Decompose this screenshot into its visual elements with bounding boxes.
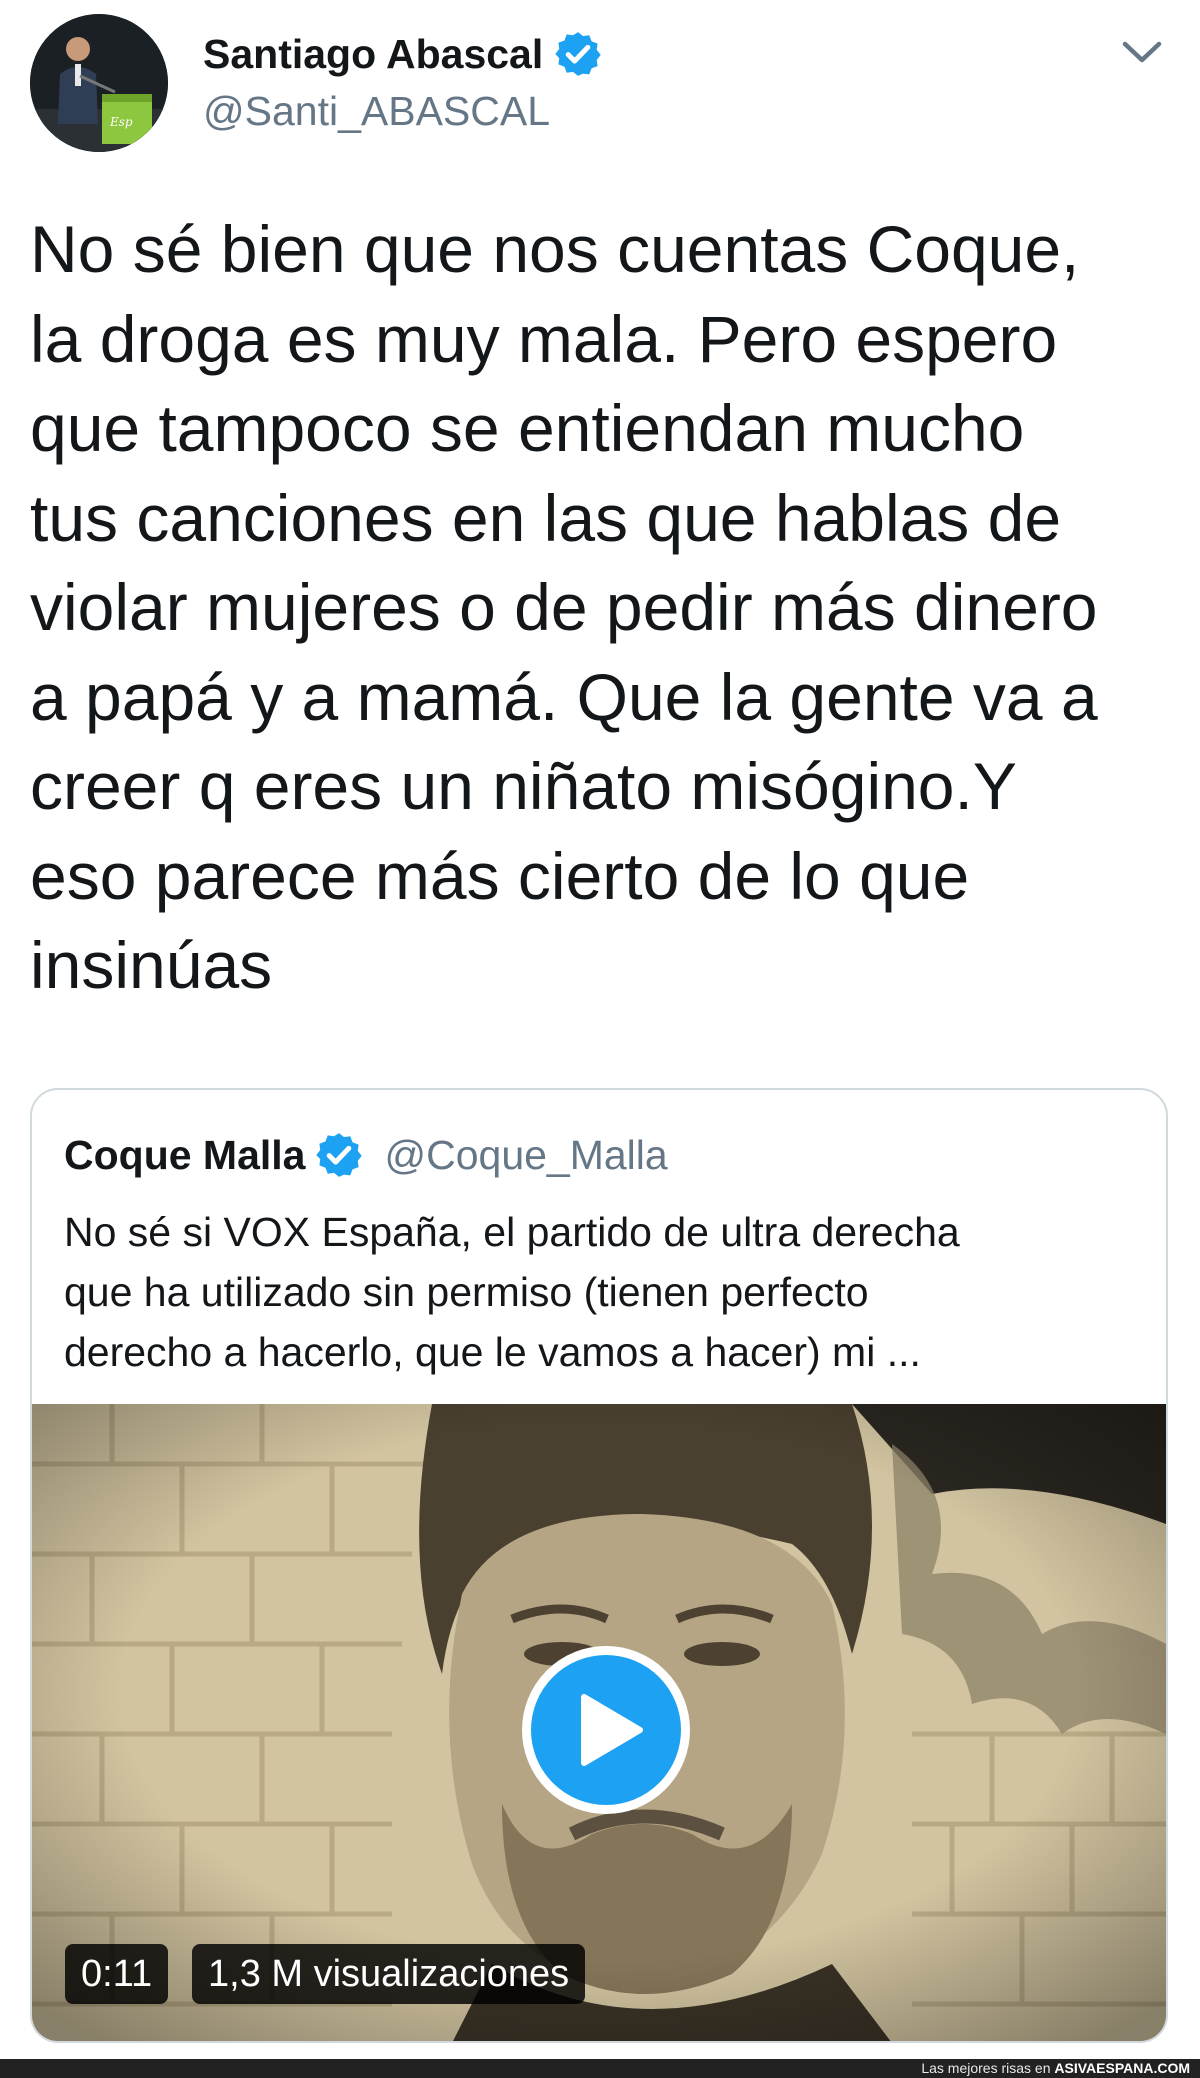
author-name-row: Santiago Abascal bbox=[203, 26, 603, 82]
video-duration-badge: 0:11 bbox=[65, 1944, 169, 2004]
watermark-prefix: Las mejores risas en bbox=[921, 2060, 1051, 2076]
quoted-author-name[interactable]: Coque Malla bbox=[64, 1132, 305, 1179]
verified-badge-icon bbox=[555, 32, 601, 76]
chevron-down-icon[interactable] bbox=[1117, 34, 1167, 70]
play-button[interactable] bbox=[522, 1646, 690, 1814]
quoted-tweet-text: No sé si VOX España, el partido de ultra… bbox=[64, 1209, 960, 1375]
quoted-tweet-card[interactable]: Coque Malla @Coque_Malla No sé si VOX Es… bbox=[30, 1088, 1168, 2043]
author-avatar[interactable]: Esp bbox=[30, 14, 168, 152]
author-handle[interactable]: @Santi_ABASCAL bbox=[203, 88, 550, 135]
verified-badge-icon bbox=[316, 1133, 363, 1177]
svg-text:Esp: Esp bbox=[109, 115, 133, 129]
video-player[interactable]: 0:11 1,3 M visualizaciones bbox=[32, 1404, 1166, 2041]
video-views-badge: 1,3 M visualizaciones bbox=[192, 1944, 586, 2004]
author-name[interactable]: Santiago Abascal bbox=[203, 31, 543, 78]
quoted-author-handle[interactable]: @Coque_Malla bbox=[384, 1132, 667, 1179]
tweet-text: No sé bien que nos cuentas Coque, la dro… bbox=[30, 212, 1098, 1002]
quoted-tweet-header: Coque Malla @Coque_Malla bbox=[64, 1130, 668, 1180]
play-icon bbox=[581, 1694, 643, 1766]
speaker-at-podium-avatar-image: Esp bbox=[30, 14, 168, 152]
watermark-site[interactable]: ASIVAESPANA.COM bbox=[1054, 2060, 1190, 2076]
watermark-footer: Las mejores risas en ASIVAESPANA.COM bbox=[0, 2059, 1200, 2078]
